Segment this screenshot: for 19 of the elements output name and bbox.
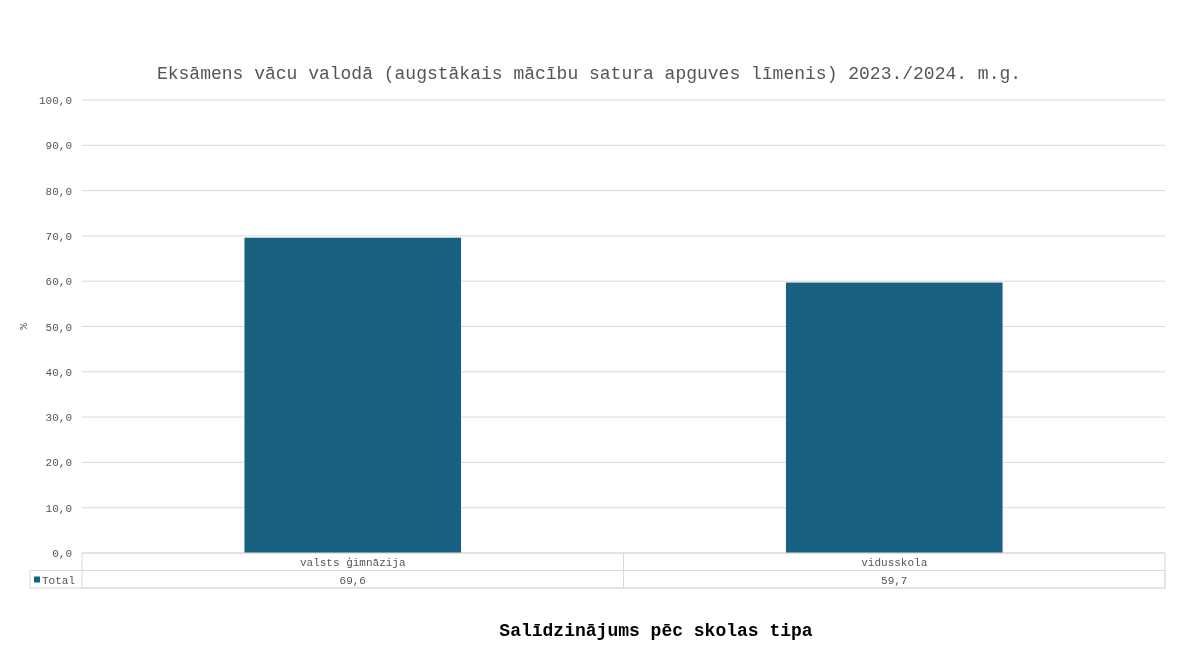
y-tick-label: 100,0: [39, 95, 72, 107]
value-label: 59,7: [881, 574, 908, 587]
category-label: valsts ģimnāzija: [299, 557, 406, 569]
y-tick-label: 30,0: [45, 412, 72, 425]
y-tick-label: 0,0: [52, 548, 72, 560]
y-tick-label: 50,0: [45, 321, 72, 334]
y-tick-label: 20,0: [45, 457, 72, 470]
y-tick-label: 80,0: [45, 185, 72, 198]
y-tick-label: 90,0: [45, 140, 72, 153]
series-label: Total: [42, 574, 75, 587]
y-tick-label: 10,0: [45, 502, 72, 515]
y-tick-label: 40,0: [45, 366, 72, 379]
y-axis-title: %: [18, 323, 30, 330]
chart-title: Eksāmens vācu valodā (augstākais mācību satura apguves līmenis) 2023./2024. m.g.: [156, 64, 1022, 84]
category-label: vidusskola: [861, 557, 928, 569]
y-tick-label: 70,0: [45, 230, 72, 243]
x-axis-title: Salīdzinājums pēc skolas tipa: [499, 621, 813, 641]
value-label: 69,6: [339, 574, 366, 587]
y-tick-label: 60,0: [45, 276, 72, 289]
